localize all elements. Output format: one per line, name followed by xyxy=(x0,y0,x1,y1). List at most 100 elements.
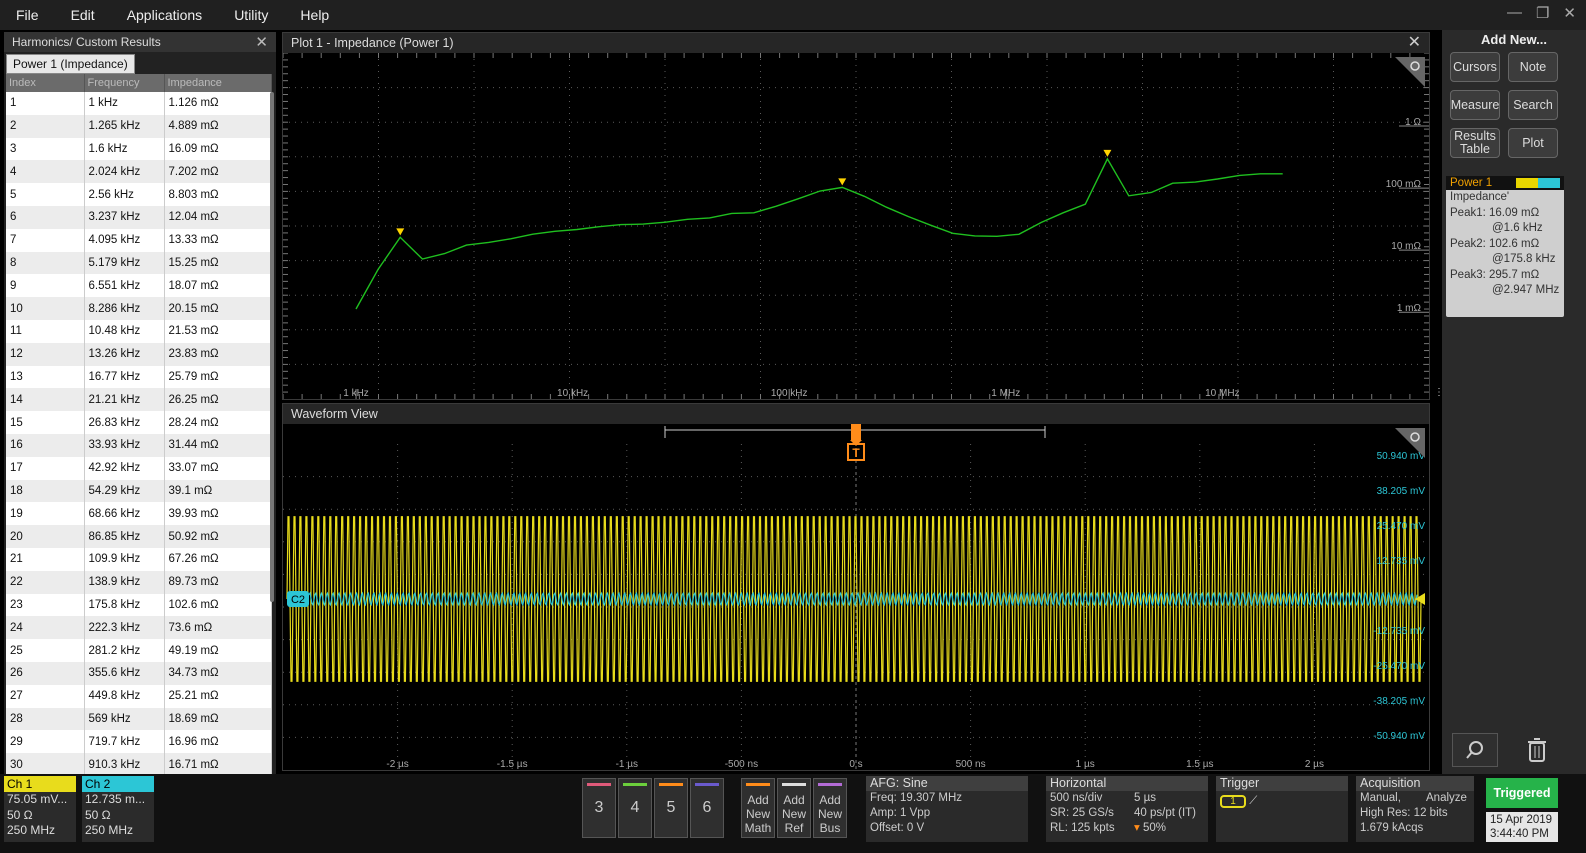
impedance-plot[interactable]: 1 Ω 100 mΩ 10 mΩ 1 mΩ 1 kHz 10 kHz 100 kHz 1 MH… xyxy=(283,53,1429,399)
record-length: RL: 125 kpts xyxy=(1050,822,1115,834)
acq-row1: Manual, Analyze xyxy=(1356,791,1474,806)
menu-edit[interactable]: Edit xyxy=(55,0,111,30)
menu-applications[interactable]: Applications xyxy=(111,0,219,30)
cell-index: 2 xyxy=(6,114,85,138)
plot-y-tick-label: 10 mΩ xyxy=(1391,241,1421,252)
table-row[interactable]: 16 33.93 kHz 31.44 mΩ xyxy=(6,433,272,457)
horizontal-badge[interactable]: Horizontal 500 ns/div 5 µs SR: 25 GS/s 40 … xyxy=(1046,776,1208,842)
results-close-icon[interactable]: ✕ xyxy=(255,33,268,51)
table-row[interactable]: 8 5.179 kHz 15.25 mΩ xyxy=(6,251,272,275)
close-icon[interactable]: ✕ xyxy=(1563,4,1576,22)
settings-bar: Ch 1 75.05 mV... 50 Ω 250 MHz Ch 2 12.73… xyxy=(0,774,1586,853)
cell-impedance: 18.69 mΩ xyxy=(164,707,272,731)
table-row[interactable]: 24 222.3 kHz 73.6 mΩ xyxy=(6,616,272,640)
plot-button[interactable]: Plot xyxy=(1508,128,1558,158)
table-row[interactable]: 11 kHz 1.126 mΩ xyxy=(6,92,272,115)
plot-y-tick-label: 1 mΩ xyxy=(1397,303,1422,314)
panel-resize-handle[interactable]: ⋮ xyxy=(1434,388,1444,410)
table-row[interactable]: 23 175.8 kHz 102.6 mΩ xyxy=(6,593,272,617)
cell-frequency: 26.83 kHz xyxy=(84,411,165,434)
table-row[interactable]: 14 21.21 kHz 26.25 mΩ xyxy=(6,388,272,412)
cell-impedance: 13.33 mΩ xyxy=(164,228,272,252)
trigger-status[interactable]: Triggered xyxy=(1486,778,1558,808)
table-row[interactable]: 10 8.286 kHz 20.15 mΩ xyxy=(6,297,272,320)
table-row[interactable]: 2 1.265 kHz 4.889 mΩ xyxy=(6,114,272,138)
cell-index: 30 xyxy=(6,753,85,774)
menu-file[interactable]: File xyxy=(0,0,55,30)
table-row[interactable]: 15 26.83 kHz 28.24 mΩ xyxy=(6,411,272,434)
ch2-impedance: 50 Ω xyxy=(85,807,111,822)
ch1-bandwidth: 250 MHz xyxy=(7,823,56,837)
ch4-button[interactable]: 4 xyxy=(618,778,652,838)
afg-badge[interactable]: AFG: Sine Freq: 19.307 MHz Amp: 1 Vpp Of… xyxy=(866,776,1028,842)
table-row[interactable]: 17 42.92 kHz 33.07 mΩ xyxy=(6,456,272,480)
minimize-icon[interactable]: — xyxy=(1507,4,1522,22)
table-row[interactable]: 30 910.3 kHz 16.71 mΩ xyxy=(6,753,272,774)
table-row[interactable]: 12 13.26 kHz 23.83 mΩ xyxy=(6,342,272,366)
table-row[interactable]: 7 4.095 kHz 13.33 mΩ xyxy=(6,228,272,252)
zoom-tool-button[interactable] xyxy=(1452,733,1498,767)
results-tab[interactable]: Power 1 (Impedance) xyxy=(6,54,135,74)
table-row[interactable]: 5 2.56 kHz 8.803 mΩ xyxy=(6,183,272,206)
peak3-label: Peak3: xyxy=(1450,268,1486,281)
magnifier-icon xyxy=(1466,741,1483,759)
ch5-label: 5 xyxy=(666,799,676,816)
plot-close-icon[interactable]: ✕ xyxy=(1408,33,1421,53)
table-row[interactable]: 6 3.237 kHz 12.04 mΩ xyxy=(6,205,272,229)
ch2-ground-label: C2 xyxy=(291,594,305,606)
table-row[interactable]: 22 138.9 kHz 89.73 mΩ xyxy=(6,570,272,594)
table-row[interactable]: 19 68.66 kHz 39.93 mΩ xyxy=(6,502,272,526)
waveform-display[interactable]: T C2 50.940 mV 38.205 mV 25.470 mV 12.735 mV -… xyxy=(283,424,1429,770)
ch1-badge[interactable]: Ch 1 75.05 mV... 50 Ω 250 MHz xyxy=(4,776,76,842)
cell-impedance: 49.19 mΩ xyxy=(164,639,272,662)
ch3-button[interactable]: 3 xyxy=(582,778,616,838)
add-new-ref-button[interactable]: Add New Ref xyxy=(777,778,811,838)
table-row[interactable]: 29 719.7 kHz 16.96 mΩ xyxy=(6,730,272,754)
ref-color-bar xyxy=(782,783,806,786)
table-row[interactable]: 28 569 kHz 18.69 mΩ xyxy=(6,707,272,731)
ch6-button[interactable]: 6 xyxy=(690,778,724,838)
ch2-badge[interactable]: Ch 2 12.735 m... 50 Ω 250 MHz xyxy=(82,776,154,842)
results-scrollbar[interactable] xyxy=(270,92,274,602)
horizontal-row2: SR: 25 GS/s 40 ps/pt (IT) xyxy=(1046,806,1208,821)
col-impedance[interactable]: Impedance xyxy=(164,74,272,92)
table-row[interactable]: 11 10.48 kHz 21.53 mΩ xyxy=(6,319,272,343)
wave-x-tick-label: -1 µs xyxy=(616,759,638,770)
restore-icon[interactable]: ❐ xyxy=(1536,4,1549,22)
table-row[interactable]: 27 449.8 kHz 25.21 mΩ xyxy=(6,684,272,708)
add-new-bus-button[interactable]: Add New Bus xyxy=(813,778,847,838)
menu-utility[interactable]: Utility xyxy=(218,0,284,30)
table-row[interactable]: 4 2.024 kHz 7.202 mΩ xyxy=(6,160,272,184)
table-row[interactable]: 21 109.9 kHz 67.26 mΩ xyxy=(6,547,272,571)
table-row[interactable]: 20 86.85 kHz 50.92 mΩ xyxy=(6,525,272,548)
ch1-scale: 75.05 mV... xyxy=(7,792,68,806)
table-row[interactable]: 9 6.551 kHz 18.07 mΩ xyxy=(6,274,272,298)
trigger-badge[interactable]: Trigger 1 ⟋ xyxy=(1216,776,1348,842)
ch2-y-tick-label: 50.940 mV xyxy=(1377,451,1426,462)
col-index[interactable]: Index xyxy=(6,74,85,92)
delete-button[interactable] xyxy=(1514,733,1560,767)
cursors-button[interactable]: Cursors xyxy=(1450,52,1500,82)
cell-impedance: 8.803 mΩ xyxy=(164,183,272,206)
cell-index: 8 xyxy=(6,251,85,275)
power-measurement-badge[interactable]: Power 1 Impedance' Peak1: 16.09 mΩ @1.6 … xyxy=(1446,176,1564,317)
col-frequency[interactable]: Frequency xyxy=(84,74,165,92)
cell-index: 17 xyxy=(6,456,85,480)
math-color-bar xyxy=(746,783,770,786)
table-row[interactable]: 26 355.6 kHz 34.73 mΩ xyxy=(6,661,272,685)
add-new-math-button[interactable]: Add New Math xyxy=(741,778,775,838)
peak-marker xyxy=(838,178,847,186)
acquisition-badge[interactable]: Acquisition Manual, Analyze High Res: 12 … xyxy=(1356,776,1474,842)
ch2-y-tick-label: -25.470 mV xyxy=(1373,661,1425,672)
table-row[interactable]: 18 54.29 kHz 39.1 mΩ xyxy=(6,479,272,503)
measure-button[interactable]: Measure xyxy=(1450,90,1500,120)
add-bus-label: Add New Bus xyxy=(817,793,842,835)
table-row[interactable]: 25 281.2 kHz 49.19 mΩ xyxy=(6,639,272,662)
note-button[interactable]: Note xyxy=(1508,52,1558,82)
menu-help[interactable]: Help xyxy=(284,0,345,30)
table-row[interactable]: 13 16.77 kHz 25.79 mΩ xyxy=(6,365,272,389)
ch5-button[interactable]: 5 xyxy=(654,778,688,838)
results-table-button[interactable]: Results Table xyxy=(1450,128,1500,158)
search-button[interactable]: Search xyxy=(1508,90,1558,120)
table-row[interactable]: 3 1.6 kHz 16.09 mΩ xyxy=(6,137,272,161)
